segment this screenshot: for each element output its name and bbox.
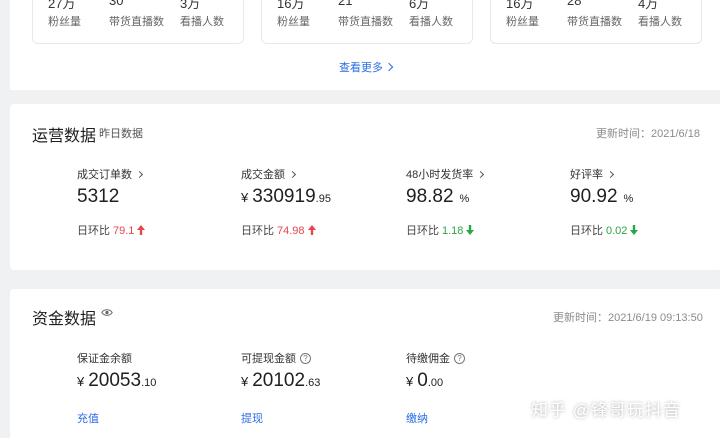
operations-card: 运营数据 昨日数据 更新时间：2021/6/18 成交订单数 5312 日环比 7… <box>10 104 720 270</box>
stat-value: 4万 <box>638 0 659 11</box>
ratio-label: 日环比 <box>77 225 110 237</box>
metric-value: 98.82% <box>406 186 469 208</box>
arrow-up-icon <box>307 225 316 235</box>
ratio-value: 79.1 <box>113 225 135 237</box>
watermark-text: 知乎 @锋哥玩抖音 <box>531 401 681 420</box>
stat-value: 16万 <box>277 0 305 11</box>
currency-symbol: ¥ <box>406 374 414 389</box>
metric-decimal: .10 <box>141 377 157 389</box>
currency-symbol: ¥ <box>241 374 249 389</box>
stat-value: 21 <box>338 0 353 8</box>
chevron-right-icon <box>384 62 394 72</box>
ratio-value: 0.02 <box>606 225 628 237</box>
ratio-label: 日环比 <box>406 225 439 237</box>
stat-label: 粉丝量 <box>506 16 539 28</box>
ratio-label: 日环比 <box>241 225 274 237</box>
stat-label: 看播人数 <box>638 16 682 28</box>
stat-label: 带货直播数 <box>567 16 622 28</box>
metric-number: 20102 <box>252 370 306 391</box>
withdraw-link[interactable]: 提现 <box>241 410 263 426</box>
metric-value: ¥330919.95 <box>241 186 331 208</box>
metric-label: 保证金余额 <box>77 353 132 365</box>
view-more-label: 查看更多 <box>339 62 383 74</box>
stat-label: 带货直播数 <box>338 16 393 28</box>
metric-number: 330919 <box>252 186 316 207</box>
metric-label-link[interactable]: 48小时发货率 <box>406 166 485 182</box>
metric-decimal: .95 <box>315 193 331 205</box>
ratio-value: 1.18 <box>442 225 464 237</box>
update-time: 更新时间：2021/6/19 09:13:50 <box>553 312 703 324</box>
metric-decimal: .00 <box>427 377 444 389</box>
day-over-day: 日环比 74.98 <box>241 222 317 238</box>
metric-label-link[interactable]: 好评率 <box>570 166 615 182</box>
stat-value: 6万 <box>409 0 430 11</box>
chevron-right-icon <box>606 170 615 179</box>
view-more-link[interactable]: 查看更多 <box>339 59 394 75</box>
metric-number: 98.82 <box>406 186 454 207</box>
day-over-day: 日环比 0.02 <box>570 222 639 238</box>
update-time: 更新时间：2021/6/18 <box>596 128 700 140</box>
stat-label: 粉丝量 <box>277 16 310 28</box>
metric-unit: % <box>623 193 634 205</box>
ratio-label: 日环比 <box>570 225 603 237</box>
metric-label: 48小时发货率 <box>406 169 474 181</box>
section-subtitle: 昨日数据 <box>99 128 143 140</box>
currency-symbol: ¥ <box>241 190 249 205</box>
chevron-right-icon <box>288 170 297 179</box>
creator-card-3[interactable]: 16万 粉丝量 28 带货直播数 4万 看播人数 <box>490 0 702 44</box>
stat-label: 带货直播数 <box>109 16 164 28</box>
stat-value: 27万 <box>48 0 76 11</box>
metric-value: ¥20053.10 <box>77 370 156 392</box>
metric-value: ¥0.00 <box>406 370 443 392</box>
creator-card-1[interactable]: 27万 粉丝量 30 带货直播数 3万 看播人数 <box>32 0 244 44</box>
arrow-down-icon <box>630 225 639 235</box>
stat-label: 看播人数 <box>409 16 453 28</box>
pay-link[interactable]: 缴纳 <box>406 410 428 426</box>
ratio-value: 74.98 <box>277 225 305 237</box>
stat-value: 30 <box>109 0 124 8</box>
metric-number: 0 <box>417 370 428 391</box>
stat-value: 3万 <box>180 0 201 11</box>
metric-value: 5312 <box>77 186 119 208</box>
metric-label: 待缴佣金? <box>406 350 465 366</box>
metric-value: ¥20102.63 <box>241 370 320 392</box>
day-over-day: 日环比 1.18 <box>406 222 475 238</box>
metric-label: 成交订单数 <box>77 169 132 181</box>
stat-label: 看播人数 <box>180 16 224 28</box>
help-icon[interactable]: ? <box>454 353 465 364</box>
metric-unit: % <box>459 193 470 205</box>
metric-number: 5312 <box>77 186 120 207</box>
metric-decimal: .63 <box>305 377 321 389</box>
metric-label-link[interactable]: 成交金额 <box>241 166 297 182</box>
creator-card-2[interactable]: 16万 粉丝量 21 带货直播数 6万 看播人数 <box>261 0 473 44</box>
metric-label: 成交金额 <box>241 169 285 181</box>
chevron-right-icon <box>477 170 485 179</box>
stat-value: 28 <box>567 0 582 8</box>
metric-number: 90.92 <box>570 186 618 207</box>
stat-label: 粉丝量 <box>48 16 81 28</box>
section-title: 资金数据 <box>32 311 97 328</box>
stat-value: 16万 <box>506 0 534 11</box>
recharge-link[interactable]: 充值 <box>77 410 99 426</box>
currency-symbol: ¥ <box>77 374 85 389</box>
chevron-right-icon <box>135 170 144 179</box>
arrow-up-icon <box>137 225 146 235</box>
eye-icon[interactable] <box>101 308 113 317</box>
day-over-day: 日环比 79.1 <box>77 222 146 238</box>
section-title: 运营数据 <box>32 128 97 145</box>
creator-overview-card: 27万 粉丝量 30 带货直播数 3万 看播人数 16万 粉丝量 21 带货直播… <box>10 0 720 90</box>
metric-label: 好评率 <box>570 169 603 181</box>
metric-number: 20053 <box>88 370 142 391</box>
metric-label-link[interactable]: 成交订单数 <box>77 166 144 182</box>
arrow-down-icon <box>466 225 475 235</box>
metric-label: 可提现金额? <box>241 350 311 366</box>
metric-value: 90.92% <box>570 186 633 208</box>
help-icon[interactable]: ? <box>300 353 311 364</box>
